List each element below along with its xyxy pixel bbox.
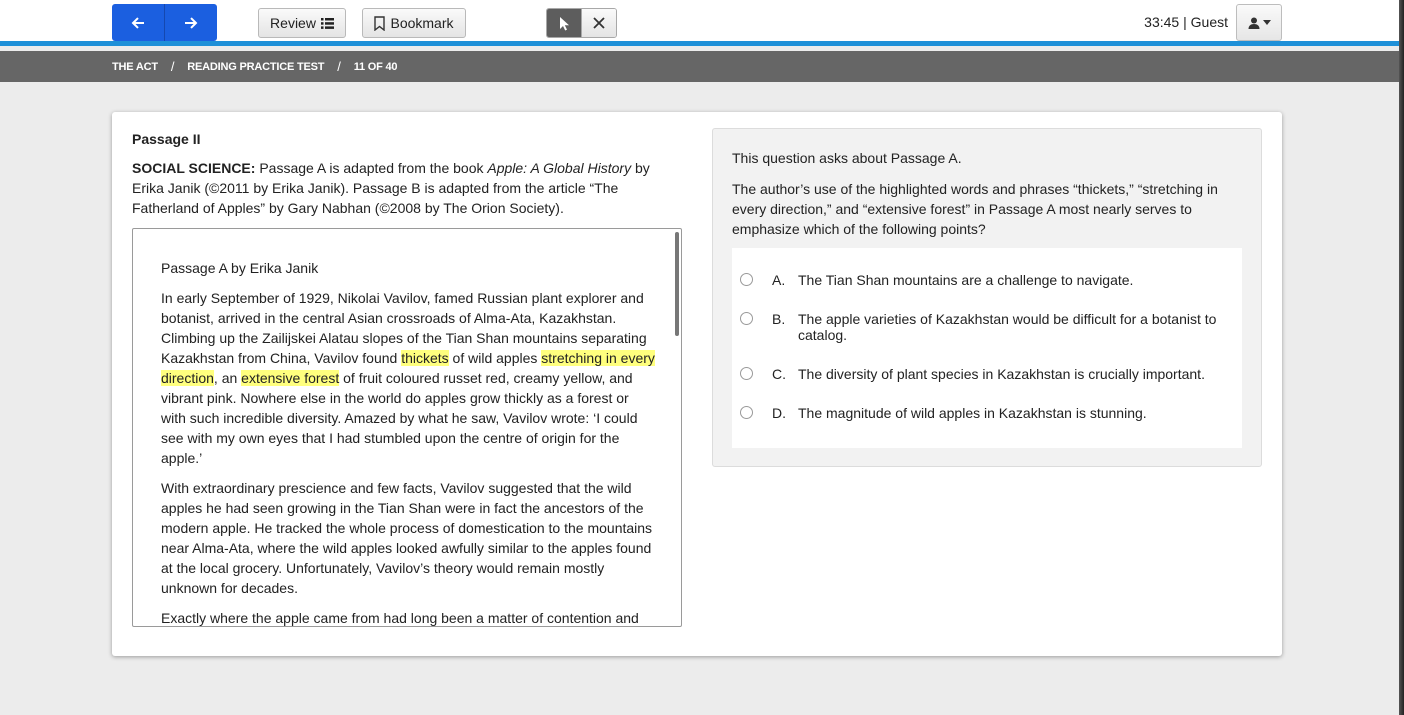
window-edge [1399, 0, 1404, 715]
timer-status: 33:45 | Guest [1100, 14, 1228, 30]
timer-separator: | [1183, 14, 1187, 30]
cursor-pointer-icon [559, 16, 569, 30]
radio-button[interactable] [740, 273, 753, 286]
breadcrumb: THE ACT / READING PRACTICE TEST / 11 OF … [112, 59, 398, 74]
close-icon [593, 17, 605, 29]
passage-intro-label: SOCIAL SCIENCE: [132, 160, 256, 176]
question-stem: The author’s use of the highlighted word… [732, 181, 1218, 237]
passage-subtitle: Passage A by Erika Janik [161, 260, 319, 276]
bookmark-icon [374, 15, 386, 31]
passage-text: of wild apples [448, 350, 542, 366]
passage-paragraph-3: Exactly where the apple came from had lo… [161, 610, 639, 626]
highlight-extensive-forest: extensive forest [241, 370, 340, 386]
user-name: Guest [1190, 14, 1228, 30]
user-menu-button[interactable] [1236, 4, 1282, 41]
navigation-buttons [112, 4, 217, 41]
passage-intro-book: Apple: A Global History [487, 160, 632, 176]
passage-paragraph-2: With extraordinary prescience and few fa… [161, 480, 653, 596]
passage-intro-text-a: Passage A is adapted from the book [255, 160, 488, 176]
question-intro: This question asks about Passage A. [732, 150, 962, 166]
answer-choice-b[interactable]: B. The apple varieties of Kazakhstan wou… [732, 309, 1242, 345]
arrow-left-icon [131, 16, 144, 29]
choice-letter: C. [772, 366, 786, 382]
eliminate-tool-button[interactable] [581, 9, 616, 37]
choice-text: The diversity of plant species in Kazakh… [798, 366, 1205, 382]
choice-text: The magnitude of wild apples in Kazakhst… [798, 405, 1147, 421]
timer-value: 33:45 [1144, 14, 1180, 30]
passage-text: , an [213, 370, 242, 386]
radio-button[interactable] [740, 406, 753, 419]
caret-down-icon [1262, 20, 1271, 25]
bookmark-button[interactable]: Bookmark [362, 8, 466, 38]
answer-choice-a[interactable]: A. The Tian Shan mountains are a challen… [732, 270, 1242, 306]
breadcrumb-item-act[interactable]: THE ACT [112, 61, 158, 73]
user-icon [1248, 17, 1259, 29]
breadcrumb-item-progress: 11 OF 40 [353, 60, 398, 73]
arrow-right-icon [185, 16, 198, 29]
passage-scrollbar[interactable] [675, 232, 679, 336]
choice-letter: A. [772, 272, 786, 288]
previous-question-button[interactable] [112, 4, 164, 41]
question-panel: This question asks about Passage A. The … [712, 128, 1262, 467]
passage-title: Passage II [132, 131, 201, 147]
highlight-thickets: thickets [401, 350, 449, 366]
review-button[interactable]: Review [258, 8, 346, 38]
breadcrumb-separator: / [170, 59, 175, 74]
choice-text: The apple varieties of Kazakhstan would … [798, 311, 1217, 343]
tool-mode-group [546, 8, 617, 38]
passage-scroll-area[interactable]: Passage A by Erika Janik In early Septem… [132, 228, 682, 627]
breadcrumb-item-test[interactable]: READING PRACTICE TEST [187, 61, 324, 73]
answer-choices: A. The Tian Shan mountains are a challen… [732, 248, 1242, 448]
passage-paragraph-1: In early September of 1929, Nikolai Vavi… [161, 288, 655, 468]
choice-text: The Tian Shan mountains are a challenge … [798, 272, 1134, 288]
radio-button[interactable] [740, 312, 753, 325]
breadcrumb-separator: / [337, 59, 341, 74]
passage-intro: SOCIAL SCIENCE: Passage A is adapted fro… [132, 158, 672, 218]
question-card: Passage II SOCIAL SCIENCE: Passage A is … [112, 112, 1282, 656]
bookmark-button-label: Bookmark [390, 15, 454, 31]
next-question-button[interactable] [164, 4, 217, 41]
top-toolbar: Review Bookmark 33:45 | Guest [0, 0, 1404, 46]
answer-choice-c[interactable]: C. The diversity of plant species in Kaz… [732, 364, 1242, 400]
choice-letter: D. [772, 405, 786, 421]
pointer-tool-button[interactable] [547, 9, 581, 37]
list-icon [320, 17, 334, 29]
answer-choice-d[interactable]: D. The magnitude of wild apples in Kazak… [732, 403, 1242, 439]
breadcrumb-bar: THE ACT / READING PRACTICE TEST / 11 OF … [0, 51, 1404, 82]
review-button-label: Review [270, 15, 316, 31]
passage-content: Passage A by Erika Janik In early Septem… [161, 258, 655, 626]
choice-letter: B. [772, 311, 786, 327]
radio-button[interactable] [740, 367, 753, 380]
